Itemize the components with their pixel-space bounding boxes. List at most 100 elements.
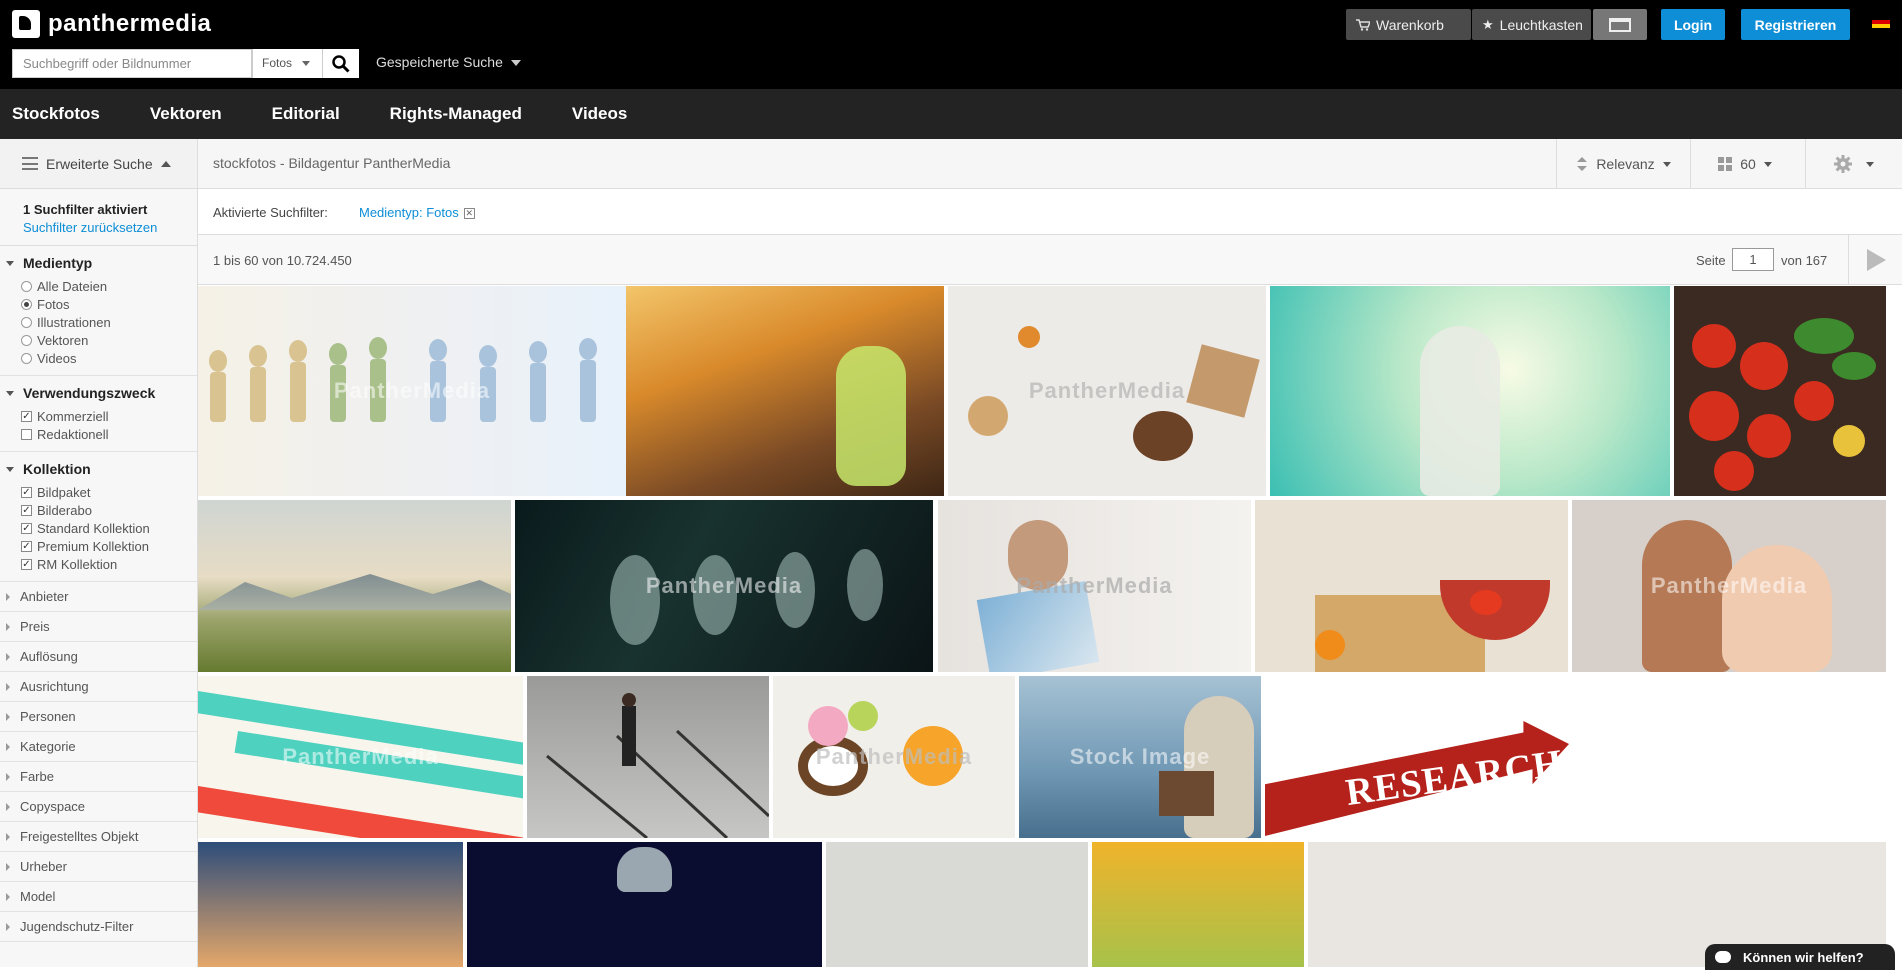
radio-videos[interactable]: Videos [21,349,197,367]
image-tile[interactable]: PantherMedia [1572,500,1886,672]
cart-button[interactable]: Warenkorb [1346,9,1471,40]
image-tile[interactable] [1092,842,1304,967]
radio-illustrationen[interactable]: Illustrationen [21,313,197,331]
green-ball-shape [848,701,878,731]
settings-dropdown[interactable] [1805,139,1902,189]
facet-title: Preis [20,619,50,634]
search-type-select[interactable]: Fotos [252,49,322,78]
image-tile[interactable] [626,286,944,496]
image-tile[interactable] [1674,286,1886,496]
facet-freigestelltes-objekt[interactable]: Freigestelltes Objekt [0,822,197,852]
radio-button[interactable] [21,334,32,346]
option-label: Fotos [37,296,70,312]
image-tile[interactable]: Stock Image [1019,676,1261,838]
image-tile[interactable] [198,842,463,967]
image-tile[interactable]: PantherMedia [773,676,1015,838]
nav-item-vektoren[interactable]: Vektoren [150,104,222,124]
radio-button[interactable] [21,280,32,292]
facet-ausrichtung[interactable]: Ausrichtung [0,672,197,702]
facet-header-medientyp[interactable]: Medientyp [0,246,197,275]
facet-header-kollektion[interactable]: Kollektion [0,452,197,481]
checkbox[interactable]: ✓ [21,410,32,422]
image-tile[interactable]: PantherMedia [948,286,1266,496]
saved-search-dropdown[interactable]: Gespeicherte Suche [376,54,521,70]
checkbox-bildpaket[interactable]: ✓ Bildpaket [21,483,197,501]
login-button[interactable]: Login [1661,9,1725,40]
image-tile[interactable] [527,676,769,838]
advanced-search-label: Erweiterte Suche [46,155,153,172]
chevron-down-icon [1662,161,1671,167]
page-number-input[interactable]: 1 [1732,248,1774,271]
checkbox-premium-kollektion[interactable]: ✓ Premium Kollektion [21,537,197,555]
filter-reset-link[interactable]: Suchfilter zurücksetzen [23,220,175,235]
search-button[interactable] [322,49,359,78]
facet-kategorie[interactable]: Kategorie [0,732,197,762]
next-page-button[interactable] [1848,235,1902,285]
advanced-search-toggle[interactable]: Erweiterte Suche [0,139,197,189]
result-count: 1 bis 60 von 10.724.450 [213,253,352,268]
nav-item-stockfotos[interactable]: Stockfotos [12,104,100,124]
sort-dropdown[interactable]: Relevanz [1556,139,1690,189]
facet-model[interactable]: Model [0,882,197,912]
search-input[interactable]: Suchbegriff oder Bildnummer [12,49,252,78]
facet-preis[interactable]: Preis [0,612,197,642]
red-path [198,786,523,838]
mountain-shape [198,574,511,610]
image-tile[interactable]: PantherMedia [515,500,933,672]
image-tile[interactable] [1270,286,1670,496]
lightbox-button[interactable]: ★ Leuchtkasten [1472,9,1591,40]
facet-farbe[interactable]: Farbe [0,762,197,792]
checkbox[interactable] [21,428,32,440]
per-page-dropdown[interactable]: 60 [1690,139,1799,189]
image-tile[interactable]: PantherMedia [938,500,1251,672]
image-tile[interactable] [467,842,822,967]
checkbox[interactable]: ✓ [21,486,32,498]
checkbox[interactable]: ✓ [21,522,32,534]
facet-copyspace[interactable]: Copyspace [0,792,197,822]
facet-title: Freigestelltes Objekt [20,829,139,844]
chevron-right-icon [6,742,10,751]
checkbox-redaktionell[interactable]: Redaktionell [21,425,197,443]
pepper-shape [1470,590,1502,615]
german-flag-icon[interactable] [1872,16,1890,28]
checkbox[interactable]: ✓ [21,558,32,570]
facet-personen[interactable]: Personen [0,702,197,732]
active-filter-chip[interactable]: Medientyp: Fotos ✕ [359,205,475,220]
option-label: Standard Kollektion [37,520,150,536]
radio-button[interactable] [21,316,32,328]
help-label: Können wir helfen? [1743,949,1864,965]
radio-button[interactable] [21,298,32,310]
image-tile[interactable]: RESEARCH [1265,676,1569,838]
checkbox[interactable]: ✓ [21,540,32,552]
facet-header-verwendungszweck[interactable]: Verwendungszweck [0,376,197,405]
logo[interactable]: panthermedia [12,10,211,38]
chevron-up-icon [160,160,171,167]
option-label: Videos [37,350,77,366]
radio-fotos[interactable]: Fotos [21,295,197,313]
radio-alle-dateien[interactable]: Alle Dateien [21,277,197,295]
radio-button[interactable] [21,352,32,364]
nav-item-videos[interactable]: Videos [572,104,627,124]
close-icon[interactable]: ✕ [463,208,475,220]
facet-urheber[interactable]: Urheber [0,852,197,882]
nav-item-editorial[interactable]: Editorial [272,104,340,124]
checkbox-rm-kollektion[interactable]: ✓ RM Kollektion [21,555,197,573]
image-tile[interactable] [198,500,511,672]
image-tile[interactable] [1255,500,1568,672]
checkbox-standard-kollektion[interactable]: ✓ Standard Kollektion [21,519,197,537]
image-tile[interactable]: PantherMedia [198,676,523,838]
image-tile[interactable] [826,842,1088,967]
nav-item-rights-managed[interactable]: Rights-Managed [390,104,522,124]
checkbox-bilderabo[interactable]: ✓ Bilderabo [21,501,197,519]
facet-aufloesung[interactable]: Auflösung [0,642,197,672]
facet-anbieter[interactable]: Anbieter [0,582,197,612]
register-button[interactable]: Registrieren [1741,9,1850,40]
checkbox-kommerziell[interactable]: ✓ Kommerziell [21,407,197,425]
checkbox[interactable]: ✓ [21,504,32,516]
radio-vektoren[interactable]: Vektoren [21,331,197,349]
help-widget[interactable]: Können wir helfen? [1705,944,1895,970]
option-label: RM Kollektion [37,556,118,572]
facet-jugendschutz-filter[interactable]: Jugendschutz-Filter [0,912,197,942]
lightbox-toggle-button[interactable] [1593,9,1647,40]
image-tile[interactable]: PantherMedia [198,286,626,496]
